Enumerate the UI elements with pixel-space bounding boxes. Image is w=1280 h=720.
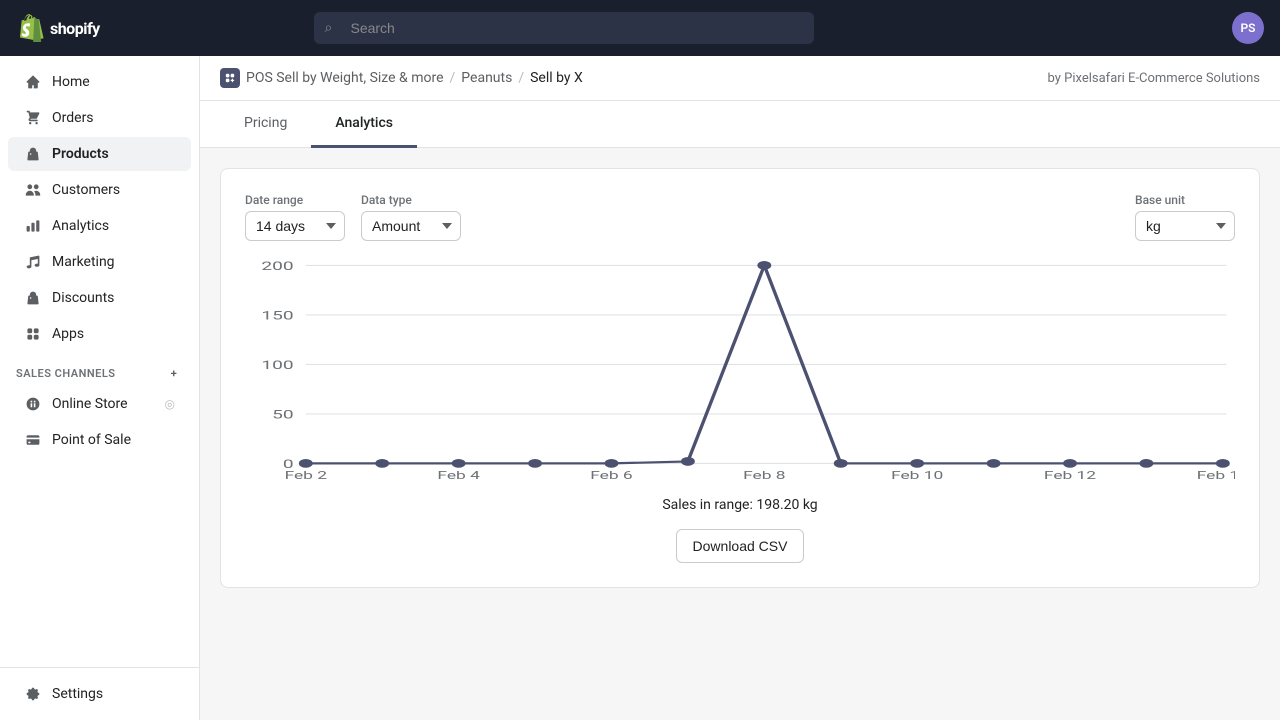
dot-1: [375, 459, 389, 468]
sidebar-label-settings: Settings: [52, 686, 103, 702]
dot-7: [834, 459, 848, 468]
dot-4: [605, 459, 619, 468]
controls-row: Date range 14 days 7 days 30 days 90 day…: [245, 193, 1235, 241]
point-of-sale-icon: [24, 431, 42, 449]
download-btn-wrap: Download CSV: [245, 529, 1235, 563]
sidebar: Home Orders Products Customers Analytics: [0, 56, 200, 720]
tabs-bar: Pricing Analytics: [200, 101, 1280, 148]
marketing-icon: [24, 253, 42, 271]
sidebar-item-online-store[interactable]: Online Store ◎: [8, 387, 191, 421]
chart-container: 200 150 100 50 0 Feb 2: [245, 261, 1235, 481]
svg-text:Feb 8: Feb 8: [743, 469, 785, 481]
shopify-logo-icon: [16, 14, 44, 42]
sidebar-label-orders: Orders: [52, 110, 94, 126]
shopify-text: shopify: [50, 19, 100, 38]
sidebar-item-discounts[interactable]: Discounts: [8, 281, 191, 315]
date-range-label: Date range: [245, 193, 345, 207]
online-store-icon: [24, 395, 42, 413]
sidebar-item-point-of-sale[interactable]: Point of Sale: [8, 423, 191, 457]
shopify-logo[interactable]: shopify: [16, 14, 100, 42]
base-unit-select[interactable]: kg g lb oz: [1135, 211, 1235, 241]
sidebar-item-settings[interactable]: Settings: [8, 677, 191, 711]
products-icon: [24, 145, 42, 163]
dot-10: [1063, 459, 1077, 468]
sidebar-label-apps: Apps: [52, 326, 84, 342]
sidebar-label-home: Home: [52, 74, 90, 90]
tab-pricing[interactable]: Pricing: [220, 101, 311, 148]
sidebar-item-marketing[interactable]: Marketing: [8, 245, 191, 279]
search-icon: ⌕: [324, 20, 332, 36]
date-range-select[interactable]: 14 days 7 days 30 days 90 days: [245, 211, 345, 241]
avatar[interactable]: PS: [1232, 12, 1264, 44]
breadcrumb-bar: POS Sell by Weight, Size & more / Peanut…: [200, 56, 1280, 101]
svg-text:Feb 12: Feb 12: [1044, 469, 1096, 481]
data-type-select[interactable]: Amount Count: [361, 211, 461, 241]
svg-text:Feb 10: Feb 10: [891, 469, 943, 481]
dot-peak: [757, 261, 771, 270]
breadcrumb-section[interactable]: Peanuts: [461, 70, 512, 86]
base-unit-label: Base unit: [1135, 193, 1235, 207]
breadcrumb-sep-1: /: [450, 70, 456, 86]
dot-9: [987, 459, 1001, 468]
dot-11: [1139, 459, 1153, 468]
sidebar-item-orders[interactable]: Orders: [8, 101, 191, 135]
customers-icon: [24, 181, 42, 199]
settings-icon: [24, 685, 42, 703]
online-store-visibility-icon[interactable]: ◎: [165, 397, 175, 411]
dot-5: [681, 457, 695, 466]
svg-text:Feb 6: Feb 6: [590, 469, 632, 481]
svg-text:Feb 4: Feb 4: [437, 469, 479, 481]
sidebar-item-analytics[interactable]: Analytics: [8, 209, 191, 243]
dot-3: [528, 459, 542, 468]
sales-channels-label: SALES CHANNELS +: [0, 352, 199, 386]
search-bar: ⌕: [314, 12, 814, 44]
content-area: POS Sell by Weight, Size & more / Peanut…: [200, 56, 1280, 720]
data-type-label: Data type: [361, 193, 461, 207]
sales-summary: Sales in range: 198.20 kg: [245, 497, 1235, 513]
sidebar-item-home[interactable]: Home: [8, 65, 191, 99]
sidebar-label-customers: Customers: [52, 182, 120, 198]
sidebar-label-analytics: Analytics: [52, 218, 109, 234]
sidebar-label-products: Products: [52, 146, 109, 162]
app-icon: [220, 68, 240, 88]
add-channel-button[interactable]: +: [165, 364, 183, 382]
apps-icon: [24, 325, 42, 343]
analytics-icon: [24, 217, 42, 235]
sidebar-item-apps[interactable]: Apps: [8, 317, 191, 351]
breadcrumb-app[interactable]: POS Sell by Weight, Size & more: [246, 70, 444, 86]
svg-text:Feb 14: Feb 14: [1197, 469, 1235, 481]
sidebar-label-point-of-sale: Point of Sale: [52, 432, 131, 448]
sidebar-label-discounts: Discounts: [52, 290, 114, 306]
dot-12: [1216, 459, 1230, 468]
sidebar-item-customers[interactable]: Customers: [8, 173, 191, 207]
svg-text:150: 150: [261, 308, 293, 322]
chart-svg: 200 150 100 50 0 Feb 2: [245, 261, 1235, 481]
tab-analytics[interactable]: Analytics: [311, 101, 417, 148]
base-unit-group: Base unit kg g lb oz: [1135, 193, 1235, 241]
download-csv-button[interactable]: Download CSV: [676, 529, 805, 563]
discounts-icon: [24, 289, 42, 307]
svg-text:200: 200: [261, 261, 293, 273]
top-navigation: shopify ⌕ PS: [0, 0, 1280, 56]
svg-text:Feb 2: Feb 2: [285, 469, 327, 481]
sidebar-item-products[interactable]: Products: [8, 137, 191, 171]
svg-text:100: 100: [261, 357, 293, 371]
breadcrumb: POS Sell by Weight, Size & more / Peanut…: [220, 68, 583, 88]
breadcrumb-sep-2: /: [518, 70, 524, 86]
dot-0: [299, 459, 313, 468]
sidebar-label-marketing: Marketing: [52, 254, 115, 270]
home-icon: [24, 73, 42, 91]
sidebar-label-online-store: Online Store: [52, 396, 128, 412]
dot-2: [452, 459, 466, 468]
chart-card: Date range 14 days 7 days 30 days 90 day…: [220, 168, 1260, 588]
svg-text:50: 50: [272, 407, 293, 421]
search-input[interactable]: [314, 12, 814, 44]
date-range-group: Date range 14 days 7 days 30 days 90 day…: [245, 193, 345, 241]
by-text: by Pixelsafari E-Commerce Solutions: [1048, 71, 1260, 86]
dot-8: [910, 459, 924, 468]
data-type-group: Data type Amount Count: [361, 193, 461, 241]
orders-icon: [24, 109, 42, 127]
breadcrumb-current: Sell by X: [530, 70, 583, 86]
